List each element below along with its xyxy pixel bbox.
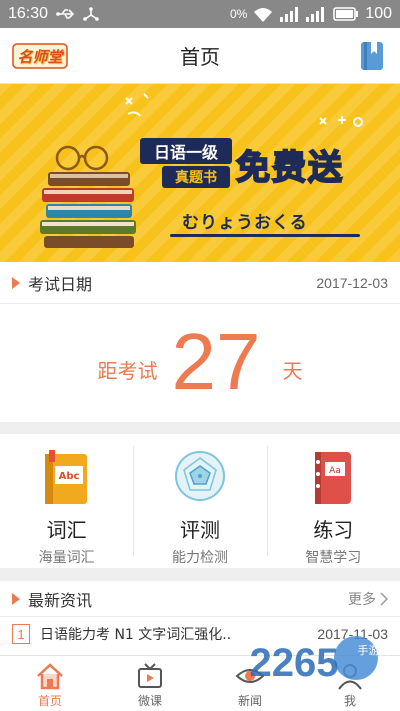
status-bar: 16:30 0% 100 (0, 0, 400, 28)
status-time: 16:30 (8, 5, 49, 22)
exam-date-row: 考试日期 2017-12-03 (0, 262, 400, 304)
sparkle-icon-right (319, 116, 363, 127)
tab-home[interactable]: 首页 (0, 656, 100, 711)
bookmark-book-icon[interactable] (358, 40, 386, 72)
banner-line1: 日语一级 (140, 138, 232, 164)
tab-label: 微课 (137, 694, 162, 708)
more-label: 更多 (348, 591, 376, 608)
tab-label: 新闻 (237, 694, 262, 708)
home-icon (37, 663, 63, 690)
news-date: 2017-11-03 (317, 626, 388, 642)
news-header: 最新资讯 更多 (0, 581, 400, 617)
banner-headline: 免费送 (235, 147, 344, 189)
eye-icon (235, 669, 265, 683)
exam-date-section: 考试日期 2017-12-03 距考试 27 天 (0, 262, 400, 422)
chevron-right-icon (380, 591, 388, 606)
countdown: 距考试 27 天 (0, 322, 400, 402)
signal-4g-icon (306, 7, 325, 22)
news-item[interactable]: 1 日语能力考 N1 文字词汇强化.. 2017-11-03 (0, 617, 400, 651)
video-icon (138, 663, 162, 688)
exam-date-value: 2017-12-03 (316, 274, 388, 291)
section-marker-icon (12, 592, 20, 605)
svg-text:名师堂: 名师堂 (17, 48, 64, 66)
notebook-icon: Aa (315, 452, 352, 504)
bottom-tab-bar: 首页 微课 新闻 我 (0, 655, 400, 711)
page-title: 首页 (180, 45, 220, 69)
feature-name: 词汇 (46, 518, 87, 542)
news-label: 最新资讯 (28, 590, 93, 610)
tab-label: 首页 (37, 694, 62, 708)
usb-icon (56, 9, 75, 19)
feature-grid: Abc 词汇 海量词汇 评测 能力检测 Aa 练习 智慧学习 (0, 434, 400, 568)
banner-line2: 真题书 (162, 166, 230, 188)
news-title: 日语能力考 N1 文字词汇强化.. (40, 627, 232, 643)
logo-icon: 名师堂 (12, 43, 68, 69)
books-glasses-illustration (40, 145, 136, 248)
battery-icon (333, 7, 359, 21)
feature-subtitle: 海量词汇 (38, 550, 95, 566)
tab-label: 我 (343, 694, 356, 708)
share-icon (83, 7, 99, 21)
tab-microcourse[interactable]: 微课 (100, 656, 200, 711)
countdown-prefix: 距考试 (97, 359, 158, 383)
banner-underline (170, 234, 360, 237)
data-speed: 0% (229, 7, 248, 21)
section-marker-icon (12, 276, 20, 289)
more-link[interactable]: 更多 (348, 589, 388, 609)
feature-name: 评测 (179, 518, 220, 542)
feature-practice[interactable]: Aa 练习 智慧学习 (266, 434, 400, 568)
signal-icon (280, 7, 299, 22)
app-header: 名师堂 首页 (0, 28, 400, 84)
battery-level: 100 (365, 5, 392, 22)
feature-subtitle: 能力检测 (171, 550, 228, 566)
countdown-days: 27 (171, 317, 261, 406)
news-index: 1 (12, 624, 30, 644)
radar-chart-icon (174, 451, 225, 501)
feature-vocabulary[interactable]: Abc 词汇 海量词汇 (0, 434, 133, 568)
banner-kana: むりょうおくる (182, 213, 308, 233)
feature-assessment[interactable]: 评测 能力检测 (133, 434, 266, 568)
user-icon (338, 664, 362, 690)
tab-me[interactable]: 我 (300, 656, 400, 711)
feature-name: 练习 (313, 518, 354, 542)
promo-banner[interactable]: 日语一级 真题书 免费送 むりょうおくる (0, 84, 400, 262)
wifi-icon (254, 8, 273, 22)
svg-text:Aa: Aa (329, 466, 341, 476)
svg-text:Abc: Abc (58, 471, 79, 482)
sparkle-icon (125, 93, 149, 117)
news-section: 最新资讯 更多 1 日语能力考 N1 文字词汇强化.. 2017-11-03 (0, 581, 400, 655)
exam-date-label: 考试日期 (28, 274, 93, 294)
app-logo: 名师堂 (12, 42, 68, 70)
vocabulary-book-icon: Abc (44, 450, 87, 504)
feature-subtitle: 智慧学习 (305, 550, 362, 566)
tab-news[interactable]: 新闻 (200, 656, 300, 711)
countdown-suffix: 天 (282, 359, 303, 383)
status-left-icons (56, 7, 100, 21)
